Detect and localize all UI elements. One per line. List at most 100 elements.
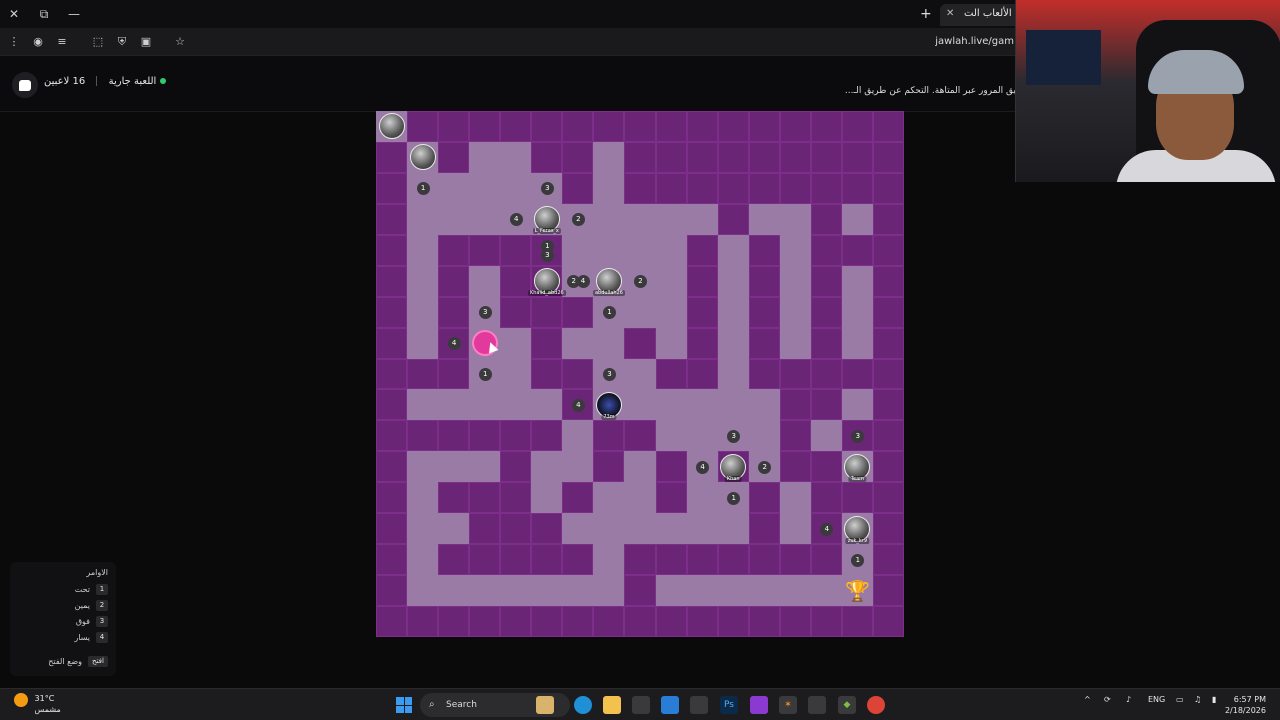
player-avatar: Khan	[720, 453, 747, 482]
move-option-marker[interactable]: 1	[478, 368, 492, 381]
maze-path-cell	[593, 327, 625, 359]
move-option-marker[interactable]: 4	[571, 398, 585, 412]
maze-path-cell	[469, 172, 501, 204]
menu-dots-icon[interactable]: ⋮	[6, 34, 22, 50]
move-option-marker[interactable]: 4	[820, 522, 834, 536]
move-option-marker[interactable]: 4	[696, 460, 710, 474]
close-tab-icon[interactable]: ✕	[946, 4, 954, 24]
maze-wall-cell	[872, 451, 904, 483]
maze-path-cell	[748, 575, 780, 607]
maze-path-cell	[593, 575, 625, 607]
maze-path-cell	[624, 234, 656, 266]
maze-path-cell	[562, 327, 594, 359]
player-name: Team	[848, 475, 867, 482]
tray-arrow-icon[interactable]: ^	[1084, 695, 1091, 704]
maze-wall-cell	[779, 389, 811, 421]
players-count: 16 لاعبين	[44, 76, 86, 87]
star-icon[interactable]: ☆	[172, 34, 188, 50]
twitch-icon[interactable]: ▣	[138, 34, 154, 50]
move-option-marker[interactable]: 3	[727, 429, 741, 443]
mic-icon[interactable]: ♪	[1126, 695, 1131, 704]
command-up: فوق 3	[18, 613, 108, 629]
store-icon[interactable]	[632, 696, 650, 714]
windows-start-icon[interactable]	[396, 697, 412, 713]
maze-wall-cell	[872, 482, 904, 514]
maze-path-cell	[655, 420, 687, 452]
chat-logo-icon[interactable]	[12, 72, 38, 98]
reading-list-icon[interactable]: ≡	[54, 34, 70, 50]
new-tab-button[interactable]: +	[920, 6, 932, 22]
copilot-icon[interactable]	[536, 696, 554, 714]
maze-path-cell	[407, 234, 439, 266]
system-clock[interactable]: 6:57 PM 2/18/2026	[1225, 694, 1266, 716]
shield-icon[interactable]: ⛨	[114, 34, 130, 50]
network-icon[interactable]: ▭	[1176, 695, 1184, 704]
battery-icon[interactable]: ▮	[1212, 695, 1216, 704]
command-key: افتح	[88, 655, 108, 667]
move-option-marker[interactable]: 3	[478, 306, 492, 320]
move-option-marker[interactable]: 2	[758, 460, 772, 474]
maze-wall-cell	[748, 482, 780, 514]
app-icon-3[interactable]: ◆	[838, 696, 856, 714]
maze-wall-cell	[655, 172, 687, 204]
chrome-icon[interactable]	[867, 696, 885, 714]
move-option-marker[interactable]: 1	[851, 553, 865, 567]
command-down: تحت 1	[18, 581, 108, 597]
move-option-marker[interactable]: 4	[576, 275, 590, 289]
maze-path-cell	[779, 234, 811, 266]
app-icon[interactable]: ✶	[779, 696, 797, 714]
restore-icon[interactable]: ⧉	[36, 6, 52, 22]
maze-wall-cell	[841, 234, 873, 266]
close-window-icon[interactable]: ✕	[6, 6, 22, 22]
address-bar[interactable]: jawlah.live/gam	[860, 33, 1016, 51]
file-explorer-icon[interactable]	[603, 696, 621, 714]
maze-wall-cell	[500, 234, 532, 266]
maze-path-cell	[779, 296, 811, 328]
maze-path-cell	[593, 141, 625, 173]
maze-path-cell	[779, 203, 811, 235]
maze-path-cell	[717, 265, 749, 297]
maze-path-cell	[407, 513, 439, 545]
media-icon[interactable]	[750, 696, 768, 714]
calculator-icon[interactable]	[690, 696, 708, 714]
app-icon-2[interactable]	[808, 696, 826, 714]
minimize-icon[interactable]: —	[66, 6, 82, 22]
move-option-marker[interactable]: 4	[509, 213, 523, 227]
move-option-marker[interactable]: 3	[540, 248, 554, 262]
maze-wall-cell	[376, 544, 408, 576]
language-indicator[interactable]: ENG	[1148, 695, 1165, 704]
move-option-marker[interactable]: 1	[602, 306, 616, 320]
maze-wall-cell	[872, 141, 904, 173]
move-option-marker[interactable]: 4	[447, 337, 461, 351]
photoshop-icon[interactable]: Ps	[720, 696, 738, 714]
player-avatar: L_Feras_x	[532, 206, 561, 235]
puzzle-icon[interactable]: ⬚	[90, 34, 106, 50]
edge-icon[interactable]	[574, 696, 592, 714]
maze-wall-cell	[872, 234, 904, 266]
move-option-marker[interactable]: 3	[602, 368, 616, 381]
maze-path-cell	[810, 575, 842, 607]
maze-wall-cell	[872, 358, 904, 390]
search-label: Search	[446, 700, 477, 710]
maze-wall-cell	[624, 172, 656, 204]
maze-wall-cell	[624, 544, 656, 576]
outlook-icon[interactable]	[661, 696, 679, 714]
maze-path-cell	[438, 451, 470, 483]
command-label: وضع الفتح	[48, 656, 82, 666]
maze-wall-cell	[531, 544, 563, 576]
maze-wall-cell	[748, 172, 780, 204]
move-option-marker[interactable]: 1	[416, 182, 430, 196]
extension-icon[interactable]: ◉	[30, 34, 46, 50]
maze-wall-cell	[500, 111, 532, 142]
maze-wall-cell	[779, 606, 811, 637]
command-open-mode[interactable]: وضع الفتح افتح	[18, 653, 108, 669]
instructions-text: ...يق المرور عبر المتاهة. التحكم عن طريق…	[844, 86, 1016, 96]
volume-icon[interactable]: ♫	[1194, 695, 1201, 704]
sync-icon[interactable]: ⟳	[1104, 695, 1111, 704]
move-option-marker[interactable]: 1	[727, 491, 741, 505]
weather-widget[interactable]: 31°C مشمس	[14, 693, 61, 715]
maze-path-cell	[407, 389, 439, 421]
maze-wall-cell	[686, 544, 718, 576]
maze-wall-cell	[500, 420, 532, 452]
maze-wall-cell	[376, 451, 408, 483]
